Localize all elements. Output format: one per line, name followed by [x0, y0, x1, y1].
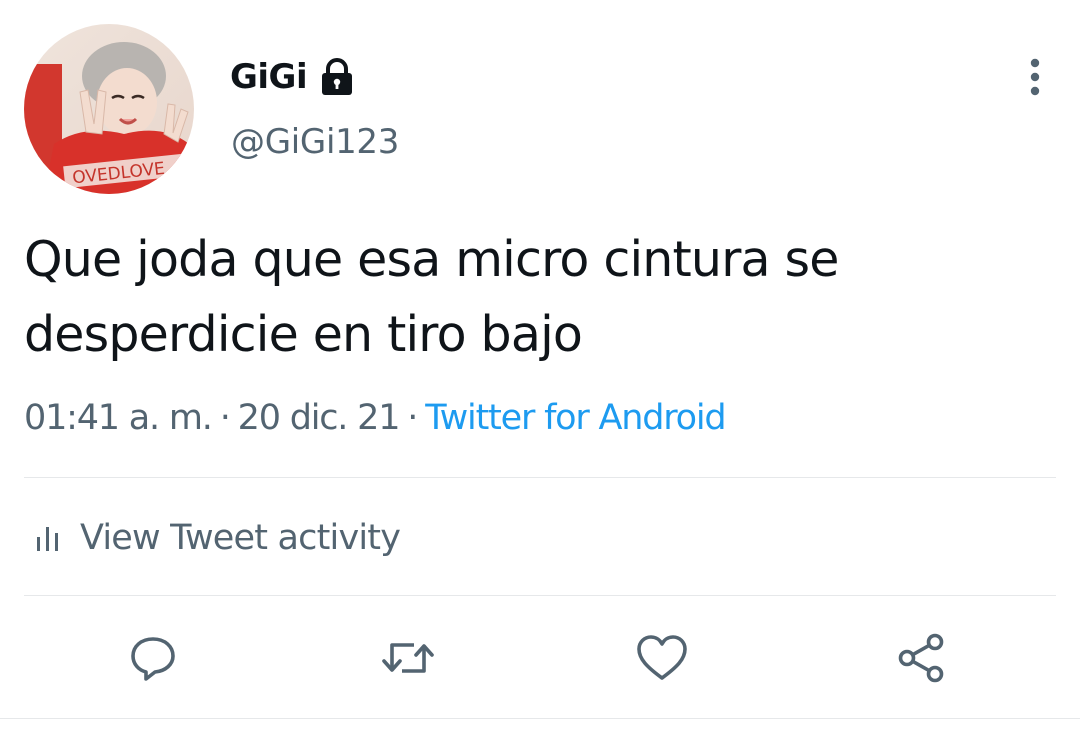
reply-button[interactable]: [125, 630, 181, 686]
tweet-text: Que joda que esa micro cintura se desper…: [24, 222, 1054, 372]
tweet-time[interactable]: 01:41 a. m.: [24, 398, 213, 438]
display-name[interactable]: GiGi: [230, 57, 308, 97]
lock-icon: [319, 57, 355, 97]
more-options-button[interactable]: [1018, 54, 1052, 100]
tweet-text-line-2: desperdicie en tiro bajo: [24, 306, 583, 363]
divider: [0, 718, 1080, 719]
view-tweet-activity-button[interactable]: View Tweet activity: [34, 512, 401, 564]
retweet-icon: [382, 643, 434, 673]
avatar-image: OVEDLOVE: [24, 24, 194, 194]
user-handle[interactable]: @GiGi123: [231, 122, 399, 162]
share-button[interactable]: [893, 630, 949, 686]
tweet-text-line-1: Que joda que esa micro cintura se: [24, 231, 839, 288]
share-icon: [898, 633, 944, 683]
retweet-button[interactable]: [380, 630, 436, 686]
like-button[interactable]: [634, 630, 690, 686]
tweet-meta: 01:41 a. m. · 20 dic. 21 · Twitter for A…: [24, 392, 727, 444]
avatar[interactable]: OVEDLOVE: [24, 24, 194, 194]
more-vertical-icon: [1030, 58, 1040, 96]
meta-separator: ·: [219, 398, 231, 438]
reply-icon: [131, 637, 175, 681]
meta-separator: ·: [407, 398, 418, 438]
view-tweet-activity-label: View Tweet activity: [80, 518, 401, 558]
heart-icon: [637, 635, 687, 680]
tweet-source-link[interactable]: Twitter for Android: [425, 398, 726, 438]
tweet-date[interactable]: 20 dic. 21: [238, 398, 401, 438]
bar-chart-icon: [37, 527, 58, 551]
divider: [24, 477, 1056, 478]
author-name-row[interactable]: GiGi: [230, 52, 355, 102]
divider: [24, 595, 1056, 596]
